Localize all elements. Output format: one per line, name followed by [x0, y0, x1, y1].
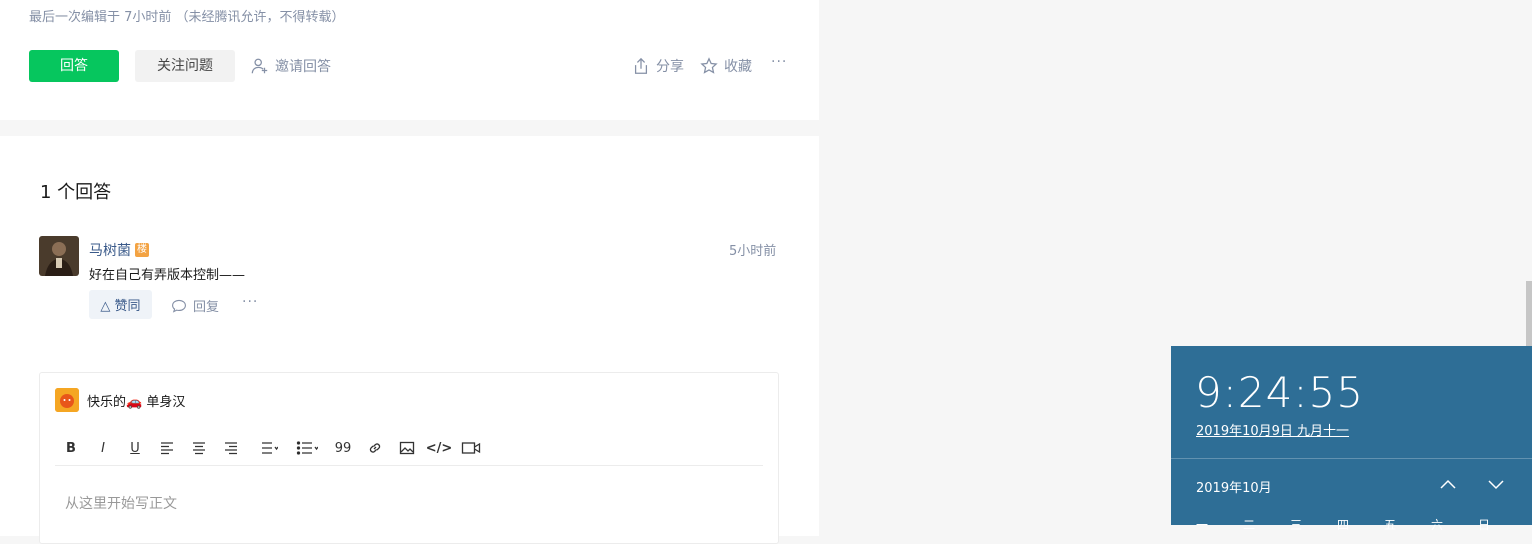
editor-body-input[interactable]: 从这里开始写正文	[65, 493, 177, 513]
code-icon: </>	[425, 440, 453, 456]
align-right-icon	[225, 442, 237, 455]
italic-button[interactable]: I	[87, 436, 119, 460]
reply-label: 回复	[193, 300, 220, 315]
align-left-button[interactable]	[151, 436, 183, 460]
follow-question-button[interactable]: 关注问题	[135, 50, 235, 82]
answers-panel: 1 个回答 马树菌 楼 5小时前 好在自己有弄版本控制—— △ 赞同 回复 ··…	[0, 136, 819, 544]
comment-icon	[172, 299, 186, 313]
editor-avatar	[55, 388, 79, 412]
invite-answer-label: 邀请回答	[275, 59, 331, 75]
align-left-icon	[161, 442, 173, 455]
bold-icon: B	[66, 440, 76, 456]
chevron-up-icon[interactable]	[1438, 474, 1458, 494]
video-button[interactable]	[455, 436, 487, 460]
invite-answer-button[interactable]: 邀请回答	[251, 56, 331, 76]
author-badge: 楼	[135, 243, 149, 257]
align-center-icon	[193, 442, 205, 455]
clock-date-link[interactable]: 2019年10月9日 九月十一	[1196, 420, 1349, 439]
answer-timestamp: 5小时前	[729, 244, 777, 259]
flyout-divider	[1171, 458, 1532, 459]
underline-icon: U	[130, 440, 140, 456]
collect-button[interactable]: 收藏	[700, 56, 752, 76]
code-button[interactable]: </>	[423, 436, 455, 460]
unordered-list-icon	[296, 441, 318, 455]
author-avatar-image	[39, 236, 79, 276]
editor-username: 快乐的🚗 单身汉	[87, 395, 186, 410]
answer-button[interactable]: 回答	[29, 50, 119, 82]
avatar[interactable]	[39, 236, 79, 276]
author-name-link[interactable]: 马树菌 楼	[89, 240, 149, 260]
chevron-down-icon[interactable]	[1486, 474, 1506, 494]
image-button[interactable]	[391, 436, 423, 460]
star-icon	[700, 57, 718, 74]
ordered-list-icon	[262, 442, 278, 454]
share-icon	[634, 57, 648, 74]
align-right-button[interactable]	[215, 436, 247, 460]
calendar-month-label[interactable]: 2019年10月	[1196, 477, 1272, 496]
answer-editor: 快乐的🚗 单身汉 B I U 99 </> 从这里开始写正文	[39, 372, 779, 544]
collect-label: 收藏	[724, 59, 752, 75]
clock-calendar-flyout: 9:24:55 2019年10月9日 九月十一 2019年10月 一 二 三 四…	[1171, 346, 1532, 532]
clock-time: 9:24:55	[1195, 368, 1364, 417]
author-name: 马树菌	[89, 243, 131, 259]
answer-content: 好在自己有弄版本控制——	[89, 268, 246, 283]
quote-icon: 99	[334, 440, 352, 456]
video-icon	[461, 442, 481, 454]
ordered-list-button[interactable]	[247, 436, 287, 460]
upvote-button[interactable]: △ 赞同	[89, 290, 152, 319]
link-icon	[369, 443, 381, 453]
link-button[interactable]	[359, 436, 391, 460]
edit-meta: 最后一次编辑于 7小时前 （未经腾讯允许，不得转载）	[29, 10, 345, 25]
align-center-button[interactable]	[183, 436, 215, 460]
quote-button[interactable]: 99	[327, 436, 359, 460]
add-user-icon	[251, 58, 268, 74]
reply-button[interactable]: 回复	[171, 296, 219, 315]
editor-toolbar: B I U 99 </>	[55, 431, 763, 466]
question-panel: 最后一次编辑于 7小时前 （未经腾讯允许，不得转载） 回答 关注问题 邀请回答 …	[0, 0, 819, 120]
underline-button[interactable]: U	[119, 436, 151, 460]
share-label: 分享	[656, 59, 684, 75]
unordered-list-button[interactable]	[287, 436, 327, 460]
answer-more-button[interactable]: ···	[242, 294, 258, 310]
editor-avatar-image	[55, 388, 79, 412]
answers-count-title: 1 个回答	[40, 182, 112, 203]
italic-icon: I	[101, 440, 105, 456]
more-options-button[interactable]: ···	[771, 54, 787, 70]
image-icon	[399, 441, 415, 455]
share-button[interactable]: 分享	[632, 56, 684, 76]
page-scrollbar-thumb[interactable]	[1526, 281, 1532, 346]
bold-button[interactable]: B	[55, 436, 87, 460]
